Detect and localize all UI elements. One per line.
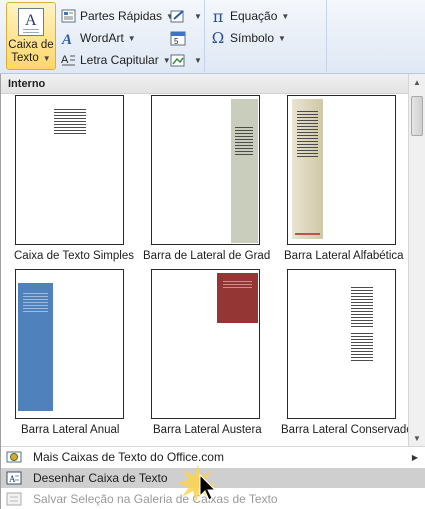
sidebar-preview [231,99,258,243]
object-icon [170,52,186,68]
scroll-up-button[interactable]: ▲ [409,74,425,90]
page-preview [287,95,396,245]
sidebar-preview [18,283,53,411]
date-time-button[interactable]: 5 [170,28,190,48]
gallery-item-label: Barra de Lateral de Grade [143,250,270,262]
chevron-down-icon: ▼ [194,55,202,65]
gallery-item-label: Barra Lateral Anual [21,424,120,436]
quick-parts-button[interactable]: Partes Rápidas ▼ [60,6,174,26]
gallery-menu: Mais Caixas de Texto do Office.com ▶ A D… [1,446,425,509]
date-time-icon: 5 [170,30,186,46]
text-box-preview [351,287,373,327]
sidebar-preview [217,273,258,323]
svg-text:A: A [61,32,72,46]
gallery-scrollbar[interactable]: ▲ ▼ [408,74,425,446]
equation-button[interactable]: π Equação ▼ [210,6,290,26]
wordart-icon: A [60,30,76,46]
page-preview [15,95,124,245]
gallery-item-label: Barra Lateral Conservadora [281,424,409,436]
omega-icon: Ω [211,29,225,47]
quick-parts-icon [60,8,76,24]
text-box-label-line1: Caixa de [8,39,54,51]
scroll-down-button[interactable]: ▼ [409,430,425,446]
drop-cap-icon: A [60,52,76,68]
chevron-down-icon: ▼ [281,11,290,21]
signature-line-button[interactable]: ▼ [170,6,202,26]
text-box-label-line2: Texto [11,52,39,64]
group-divider [326,0,327,72]
object-button[interactable]: ▼ [170,50,202,70]
save-to-gallery-icon [6,492,22,506]
chevron-down-icon: ▼ [127,33,136,43]
text-box-button[interactable]: A Caixa de Texto ▼ [6,2,56,70]
gallery-item-label: Barra Lateral Austera [153,424,262,436]
drop-cap-button[interactable]: A Letra Capitular ▼ [60,50,171,70]
signature-line-icon [170,8,186,24]
office-online-icon [6,450,22,464]
chevron-down-icon: ▼ [278,33,286,43]
svg-text:A: A [61,54,69,66]
text-box-icon: A [18,8,44,36]
draw-text-box-icon: A [6,471,22,485]
click-highlight-icon [174,463,218,506]
wordart-button[interactable]: A WordArt ▼ [60,28,136,48]
page-preview [287,269,396,419]
page-preview [15,269,124,419]
scrollbar-thumb[interactable] [411,96,423,136]
chevron-down-icon: ▼ [42,54,51,63]
gallery-item-label: Barra Lateral Alfabética [284,250,404,262]
page-preview [151,269,260,419]
text-box-gallery: Interno Caixa de Texto Simples Barra de … [0,74,425,509]
submenu-arrow-icon: ▶ [411,452,418,462]
svg-text:A: A [9,474,16,484]
gallery-item-label: Caixa de Texto Simples [14,250,134,262]
page-preview [151,95,260,245]
sidebar-preview [292,99,323,239]
chevron-down-icon: ▼ [194,11,202,21]
symbol-button[interactable]: Ω Símbolo ▼ [210,28,286,48]
ribbon: A Caixa de Texto ▼ Partes Rápidas ▼ A Word… [0,0,425,74]
svg-text:5: 5 [174,37,179,46]
section-header: Interno [1,74,409,94]
text-box-preview [54,109,86,134]
group-divider [204,0,205,72]
pi-icon: π [212,6,224,26]
